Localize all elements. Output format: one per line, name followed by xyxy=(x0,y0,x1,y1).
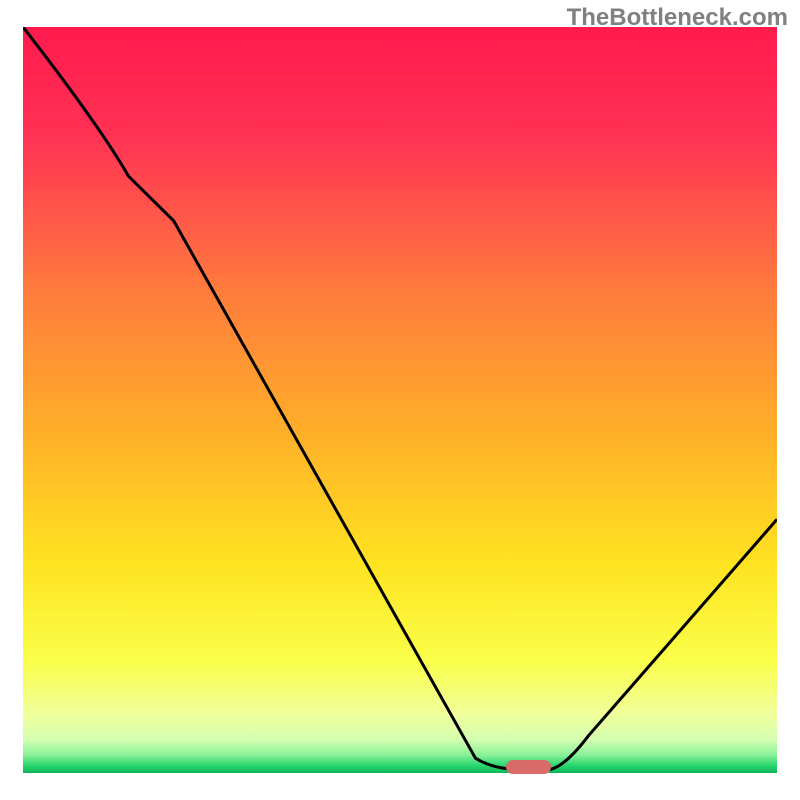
chart-container: TheBottleneck.com xyxy=(0,0,800,800)
bottleneck-curve xyxy=(23,27,777,773)
plot-area xyxy=(23,27,777,773)
optimal-marker xyxy=(506,760,551,774)
